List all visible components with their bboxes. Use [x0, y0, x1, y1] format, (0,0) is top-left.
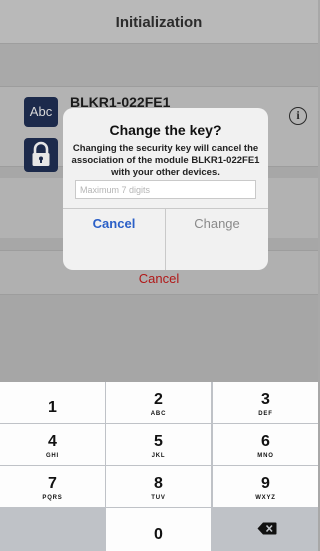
divider: [0, 294, 318, 295]
lock-icon: [24, 138, 58, 172]
change-button[interactable]: Change: [166, 208, 268, 238]
key-8[interactable]: 8 TUV: [106, 466, 211, 507]
divider: [0, 86, 318, 87]
section-spacer: [0, 44, 318, 86]
info-icon[interactable]: i: [289, 107, 307, 125]
alert-title: Change the key?: [109, 122, 222, 138]
page-title: Initialization: [115, 14, 203, 31]
key-1[interactable]: 1: [0, 382, 105, 423]
key-9[interactable]: 9 WXYZ: [213, 466, 318, 507]
backspace-key[interactable]: [213, 508, 318, 551]
background-cancel-button[interactable]: Cancel: [0, 271, 318, 286]
navigation-bar: Initialization: [0, 0, 318, 44]
key-2[interactable]: 2 ABC: [106, 382, 211, 423]
security-key-input[interactable]: [75, 180, 256, 199]
keypad-blank-key: [0, 508, 105, 551]
empty-area: [0, 294, 318, 382]
key-7[interactable]: 7 PQRS: [0, 466, 105, 507]
key-3[interactable]: 3 DEF: [213, 382, 318, 423]
name-field-icon: Abc: [24, 97, 58, 127]
change-key-alert: Change the key? Changing the security ke…: [63, 108, 268, 270]
key-6[interactable]: 6 MNO: [213, 424, 318, 465]
cancel-button[interactable]: Cancel: [63, 208, 165, 238]
numeric-keypad: 1 2 ABC 3 DEF 4 GHI 5 JKL 6 MNO 7 PQRS 8…: [0, 382, 318, 551]
key-5[interactable]: 5 JKL: [106, 424, 211, 465]
key-4[interactable]: 4 GHI: [0, 424, 105, 465]
backspace-icon: [257, 522, 277, 535]
alert-message: Changing the security key will cancel th…: [71, 143, 260, 178]
key-0[interactable]: 0: [106, 508, 211, 551]
